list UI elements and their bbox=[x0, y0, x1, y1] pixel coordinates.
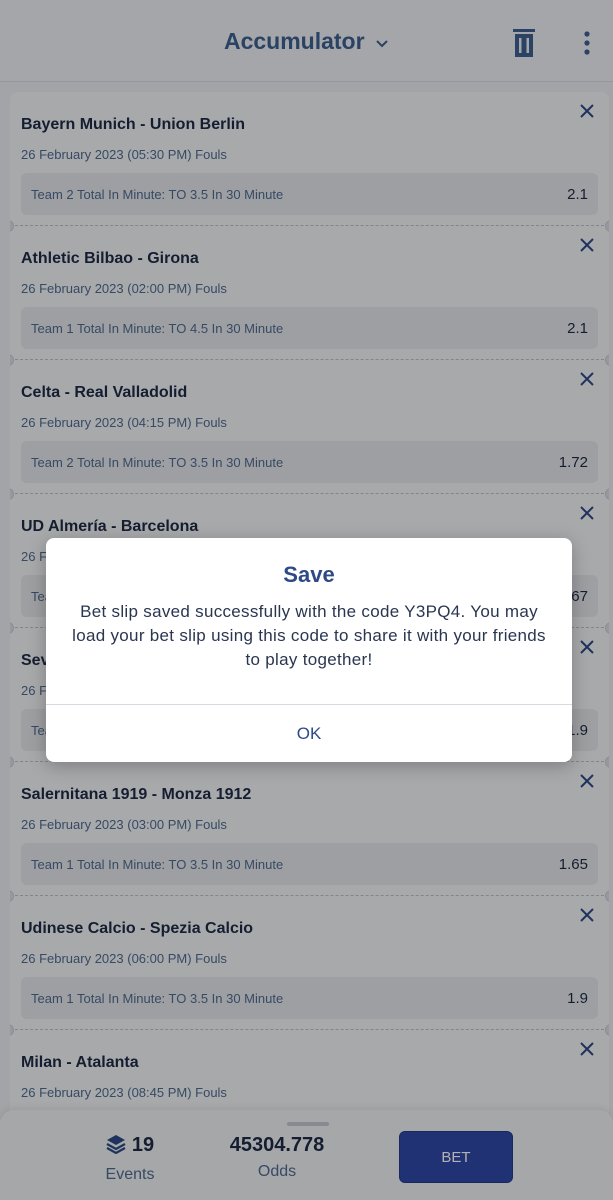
dialog-title: Save bbox=[283, 562, 335, 587]
ok-button[interactable]: OK bbox=[46, 705, 572, 762]
save-dialog: Save Bet slip saved successfully with th… bbox=[46, 538, 572, 762]
dialog-message: Bet slip saved successfully with the cod… bbox=[72, 602, 546, 669]
